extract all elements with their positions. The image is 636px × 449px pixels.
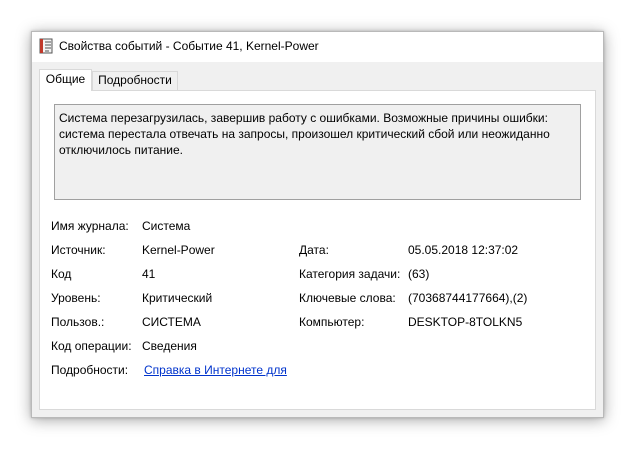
tab-details[interactable]: Подробности bbox=[92, 71, 178, 90]
source-label: Источник: bbox=[51, 243, 106, 257]
general-panel: Система перезагрузилась, завершив работу… bbox=[39, 90, 596, 410]
event-id-value: 41 bbox=[142, 267, 156, 281]
computer-value: DESKTOP-8TOLKN5 bbox=[408, 315, 523, 329]
task-category-value: (63) bbox=[408, 267, 430, 281]
level-label: Уровень: bbox=[51, 291, 101, 305]
source-value: Kernel-Power bbox=[142, 243, 215, 257]
event-properties-window: Свойства событий - Событие 41, Kernel-Po… bbox=[31, 31, 604, 418]
opcode-value: Сведения bbox=[142, 339, 197, 353]
tab-general[interactable]: Общие bbox=[39, 69, 92, 91]
opcode-label: Код операции: bbox=[51, 339, 132, 353]
event-id-label: Код bbox=[51, 267, 72, 281]
user-label: Пользов.: bbox=[51, 315, 105, 329]
keywords-label: Ключевые слова: bbox=[299, 291, 396, 305]
level-value: Критический bbox=[142, 291, 213, 305]
event-log-icon bbox=[39, 38, 53, 54]
date-label: Дата: bbox=[299, 243, 329, 257]
date-value: 05.05.2018 12:37:02 bbox=[408, 243, 519, 257]
task-category-label: Категория задачи: bbox=[299, 267, 401, 281]
online-help-link[interactable]: Справка в Интернете для bbox=[144, 363, 287, 377]
user-value: СИСТЕМА bbox=[142, 315, 201, 329]
window-title: Свойства событий - Событие 41, Kernel-Po… bbox=[59, 39, 319, 53]
log-name-label: Имя журнала: bbox=[51, 219, 129, 233]
more-info-label: Подробности: bbox=[51, 363, 129, 377]
log-name-value: Система bbox=[142, 219, 191, 233]
computer-label: Компьютер: bbox=[299, 315, 365, 329]
keywords-value: (70368744177664),(2) bbox=[408, 291, 528, 305]
event-description[interactable]: Система перезагрузилась, завершив работу… bbox=[54, 104, 581, 200]
title-bar[interactable]: Свойства событий - Событие 41, Kernel-Po… bbox=[32, 32, 603, 62]
